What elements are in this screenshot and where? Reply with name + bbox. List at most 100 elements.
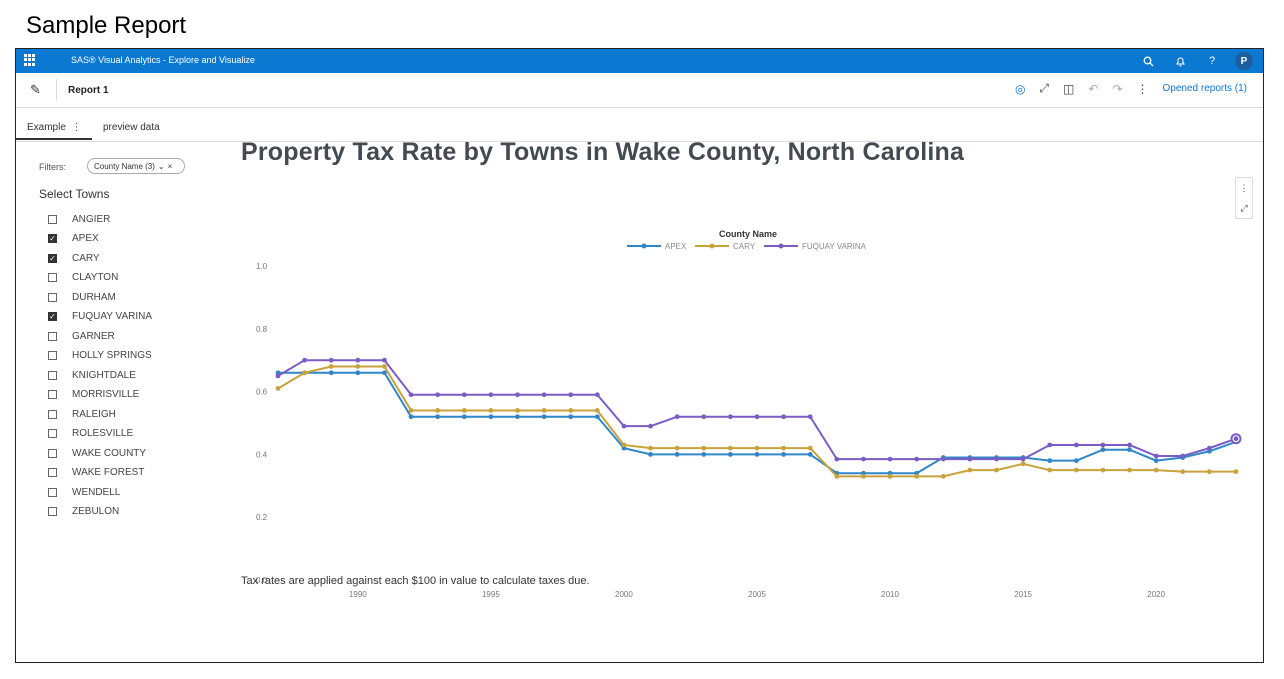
data-point [1047,467,1053,473]
selected-point [1233,436,1239,442]
data-point [408,414,414,420]
data-point [408,408,414,413]
data-point [727,445,733,451]
data-point [382,364,387,369]
line-chart: 0.00.20.40.60.81.01990 1995 2000 2005 2010 20… [256,229,1242,599]
x-tick-label: 1990 [349,590,367,599]
data-point [1180,453,1186,459]
data-point [355,370,361,376]
data-point [701,445,707,451]
data-point [807,445,813,451]
legend-swatch-marker [778,243,784,249]
data-point [940,456,946,462]
data-point [1047,442,1053,448]
data-point [328,364,334,369]
y-tick-label: 0.8 [256,325,268,334]
data-point [355,364,361,369]
data-point [1153,467,1159,473]
data-point [807,414,813,420]
data-point [568,414,574,420]
data-point [435,392,441,398]
x-tick-label: 1995 [482,590,500,599]
data-point [887,456,893,462]
data-point [488,414,494,420]
data-point [701,452,707,457]
data-point [302,370,308,376]
x-tick-label: 2015 [1014,590,1032,599]
data-point [302,357,308,363]
data-point [515,414,520,420]
data-point [754,414,760,420]
data-point [461,414,467,420]
legend-label: FUQUAY VARINA [802,242,867,251]
y-tick-label: 0.2 [256,513,268,522]
data-point [355,357,361,363]
data-point [275,386,281,391]
data-point [275,373,281,379]
data-point [834,473,840,479]
data-point [568,392,574,398]
data-point [541,414,547,420]
data-point [621,442,627,448]
data-point [461,408,467,413]
data-point [515,392,520,398]
x-tick-label: 2020 [1147,590,1165,599]
data-point [994,456,999,462]
data-point [1180,469,1186,475]
chart-caption: Tax rates are applied against each $100 … [241,575,590,587]
data-point [328,357,334,363]
data-point [515,408,520,413]
data-point [781,445,787,451]
data-point [328,370,334,376]
x-tick-label: 2010 [881,590,899,599]
x-tick-label: 2000 [615,590,633,599]
data-point [1020,456,1026,462]
data-point [701,414,707,420]
data-point [621,423,627,429]
data-point [727,414,733,420]
data-point [674,414,680,420]
legend-label: CARY [733,242,756,251]
data-point [568,408,574,413]
legend-swatch-marker [641,243,647,249]
data-point [1127,447,1132,453]
y-tick-label: 1.0 [256,262,268,271]
series-line-cary [277,365,1236,478]
data-point [994,467,999,473]
data-point [781,452,787,457]
data-point [1206,445,1212,451]
data-point [541,392,547,398]
data-point [435,414,441,420]
data-point [1206,469,1212,475]
legend-label: APEX [665,242,687,251]
data-point [834,456,840,462]
legend-title: County Name [719,229,777,239]
data-point [1153,458,1159,464]
data-point [914,473,920,479]
data-point [594,408,600,413]
data-point [1073,467,1079,473]
y-tick-label: 0.6 [256,388,268,397]
data-point [382,357,387,363]
data-point [1073,458,1079,464]
legend-swatch-marker [709,243,715,249]
data-point [648,423,653,429]
data-point [1100,442,1106,448]
data-point [781,414,787,420]
data-point [754,452,760,457]
data-point [914,456,920,462]
data-point [674,452,680,457]
data-point [727,452,733,457]
data-point [1153,453,1159,459]
data-point [461,392,467,398]
data-point [861,456,866,462]
data-point [488,408,494,413]
x-tick-label: 2005 [748,590,766,599]
data-point [1100,447,1106,453]
data-point [807,452,813,457]
data-point [1020,461,1026,467]
data-point [435,408,441,413]
data-point [887,473,893,479]
data-point [488,392,494,398]
data-point [1127,467,1132,473]
